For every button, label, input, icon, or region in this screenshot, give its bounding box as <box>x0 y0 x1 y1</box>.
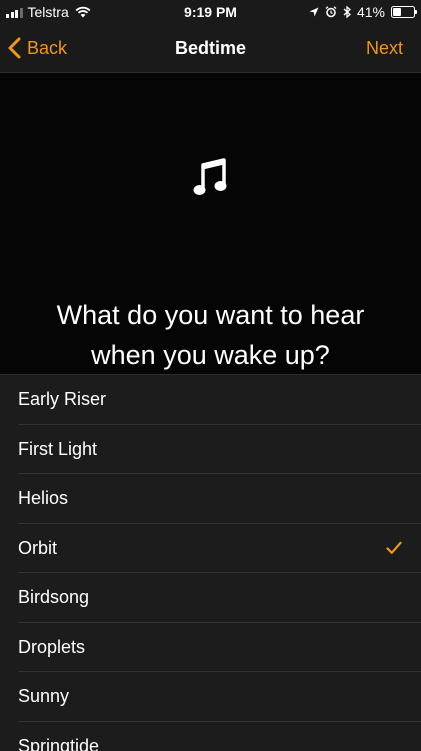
sound-option-label: First Light <box>18 439 97 459</box>
nav-bar: Back Bedtime Next <box>0 24 421 73</box>
battery-fill <box>393 8 401 16</box>
sound-option-label: Helios <box>18 488 68 508</box>
question-text: What do you want to hear when you wake u… <box>0 295 421 375</box>
battery-icon <box>391 6 415 18</box>
sound-option-birdsong[interactable]: Birdsong <box>0 573 421 623</box>
sound-option-early-riser[interactable]: Early Riser <box>0 375 421 425</box>
sound-option-orbit[interactable]: Orbit <box>0 524 421 574</box>
sound-option-sunny[interactable]: Sunny <box>0 672 421 722</box>
next-button[interactable]: Next <box>366 24 403 72</box>
bluetooth-icon <box>343 6 351 18</box>
battery-percent: 41% <box>357 4 385 20</box>
sound-option-first-light[interactable]: First Light <box>0 425 421 475</box>
status-right: 41% <box>309 4 415 20</box>
page-title: Bedtime <box>0 24 421 72</box>
sound-option-label: Orbit <box>18 538 57 558</box>
sound-list: Early Riser First Light Helios Orbit Birdson… <box>0 374 421 751</box>
sound-option-label: Droplets <box>18 637 85 657</box>
alarm-icon <box>325 6 337 18</box>
status-bar: Telstra 9:19 PM 41% <box>0 0 421 24</box>
question-line-1: What do you want to hear <box>0 295 421 335</box>
location-icon <box>309 7 319 17</box>
music-note-icon <box>193 158 227 198</box>
sound-option-label: Sunny <box>18 686 69 706</box>
sound-option-droplets[interactable]: Droplets <box>0 623 421 673</box>
sound-option-label: Springtide <box>18 736 99 751</box>
sound-option-springtide[interactable]: Springtide <box>0 722 421 751</box>
sound-option-helios[interactable]: Helios <box>0 474 421 524</box>
sound-option-label: Birdsong <box>18 587 89 607</box>
checkmark-icon <box>386 541 402 555</box>
question-line-2: when you wake up? <box>0 335 421 375</box>
prompt-header: What do you want to hear when you wake u… <box>0 73 421 374</box>
sound-option-label: Early Riser <box>18 389 106 409</box>
